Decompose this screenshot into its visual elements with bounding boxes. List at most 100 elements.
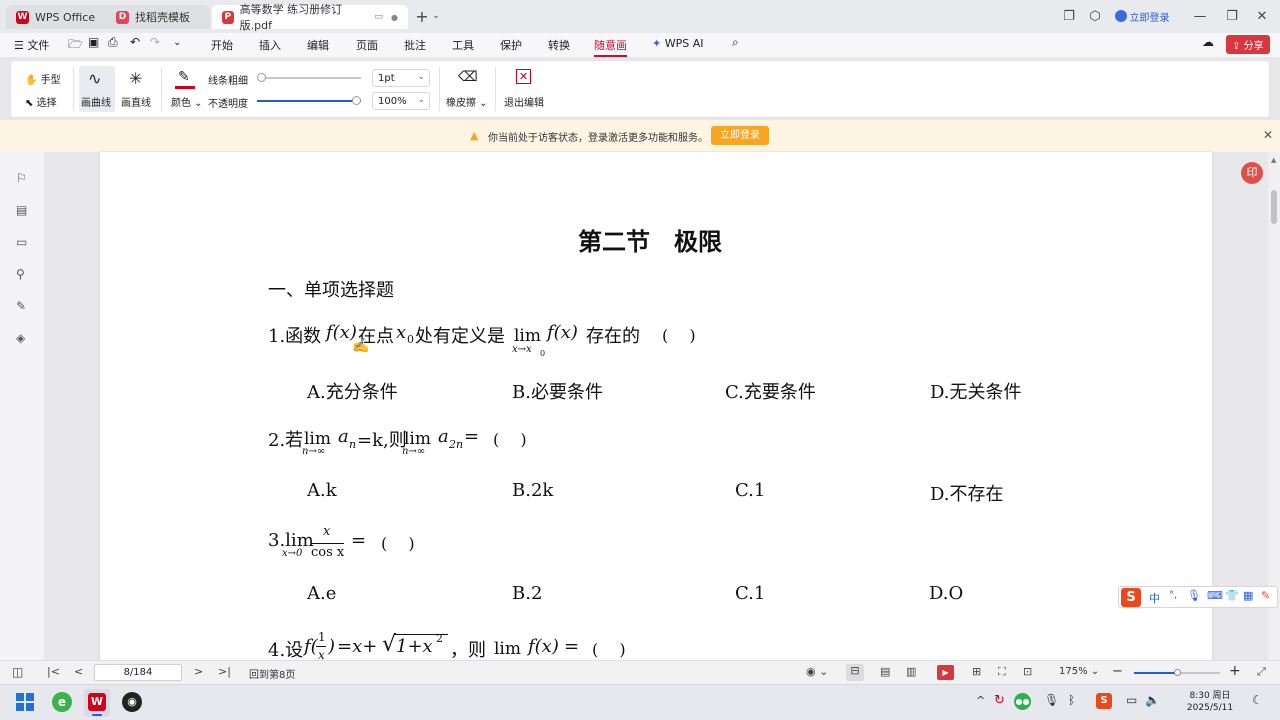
wechat-icon[interactable]: ●● [1014,693,1031,710]
network-icon[interactable]: ▭ [1126,693,1137,707]
menu-protect[interactable]: 保护 [500,37,522,53]
ime-mode-label[interactable]: 中 [1149,590,1160,606]
scroll-up-icon[interactable]: ▲ [1271,156,1276,164]
exit-edit-button[interactable]: ✕ 退出编辑 [501,66,549,112]
thickness-slider-knob[interactable] [257,73,266,82]
punctuation-icon[interactable]: °, [1169,590,1177,601]
notification-moon-icon[interactable]: ☾ [1252,693,1263,707]
notice-login-button[interactable]: 立即登录 [711,126,769,145]
chevron-down-icon[interactable]: ⌄ [430,6,442,26]
bluetooth-icon[interactable]: ᛒ [1068,693,1075,707]
sidebar-toggle-icon[interactable]: ◫ [12,665,23,679]
play-slideshow-icon[interactable]: ▶ [937,665,954,680]
mic-tray-icon[interactable]: 🎙 [1044,693,1059,707]
menu-insert[interactable]: 插入 [259,37,281,53]
restore-icon[interactable]: ❐ [1224,6,1240,26]
menu-page[interactable]: 页面 [356,37,378,53]
color-picker[interactable]: ✎ 颜色 ⌄ [171,66,203,112]
file-menu[interactable]: ☰ 文件 [14,37,49,53]
apps-grid-icon[interactable]: ▦ [1243,589,1253,602]
comment-icon[interactable]: ▭ [16,235,28,249]
layers-icon[interactable]: ◈ [16,331,28,345]
opacity-dropdown[interactable]: 100% ⌄ [372,92,430,110]
sync-icon[interactable]: ↻ [994,693,1005,708]
browser-icon[interactable]: e [52,692,72,712]
opacity-slider-knob[interactable] [352,96,361,105]
back-to-page-link[interactable]: 回到第8页 [249,666,295,681]
zoom-out-icon[interactable]: − [1112,664,1123,679]
login-link[interactable]: 立即登录 [1112,6,1172,26]
new-tab-icon[interactable]: + [414,6,430,26]
screen-icon[interactable]: ▭ [375,12,384,22]
select-tool[interactable]: ⬉ 选择 [25,94,57,109]
menu-edit[interactable]: 编辑 [307,37,329,53]
tray-expand-icon[interactable]: ^ [976,694,985,707]
print-icon[interactable]: ⎙ [108,35,118,50]
vertical-scrollbar[interactable]: ▲ [1268,152,1280,660]
more-tools-icon[interactable]: ✎ [1261,589,1270,602]
clock-date[interactable]: 2025/5/11 [1182,703,1238,713]
ime-toolbar[interactable]: S 中 °, 🎙 ⌨ 👕 ▦ ✎ [1118,586,1278,608]
menu-comment[interactable]: 批注 [404,37,426,53]
open-icon[interactable]: 🗁 [68,35,83,56]
sogou-tray-icon[interactable]: S [1096,693,1112,709]
zoom-dropdown[interactable]: 175% ⌄ [1059,666,1099,677]
bookmark-icon[interactable]: ⚐ [16,171,28,185]
volume-icon[interactable]: 🔈 [1145,693,1160,707]
clock-time[interactable]: 8:30 周日 [1182,688,1238,701]
prev-page-icon[interactable]: < [74,665,83,678]
first-page-icon[interactable]: |< [47,665,60,678]
pdf-page[interactable]: 第二节 极限 一、单项选择题 1.函数 f(x) 在点 x 0 处有定义是 li… [100,152,1212,660]
expand-icon[interactable]: ⤢ [1257,665,1266,679]
last-page-icon[interactable]: >| [218,665,231,678]
mic-icon[interactable]: 🎙 [1187,589,1201,602]
page-number-input[interactable]: 8/184 [94,664,182,681]
menu-wps-ai[interactable]: ✦ WPS AI [652,37,703,50]
minimize-icon[interactable]: — [1192,6,1208,26]
next-page-icon[interactable]: > [194,665,203,678]
single-page-view-icon[interactable]: ⊟ [846,664,864,681]
zoom-slider-knob[interactable] [1174,669,1181,676]
eraser-tool[interactable]: ⌫ 橡皮擦 ⌄ [445,66,488,112]
zoom-in-icon[interactable]: + [1229,663,1241,679]
more-chevron-icon[interactable]: ⌄ [173,37,181,48]
windows-start-icon[interactable] [16,693,34,711]
two-page-view-icon[interactable]: ▥ [906,665,916,678]
fullscreen-icon[interactable]: ⊡ [1023,665,1032,678]
thickness-slider[interactable] [257,73,361,82]
curve-tool[interactable]: ∿ 画曲线 [79,66,115,112]
menu-freehand[interactable]: 随意画 [594,37,627,57]
obs-icon[interactable]: ◉ [122,692,142,712]
cube-icon[interactable]: ⬡ [1087,6,1103,26]
wps-taskbar-button[interactable]: W [84,689,110,717]
eye-protection-icon[interactable]: ◉ ⌄ [806,665,828,678]
window-tile-icon[interactable]: ❐ [1061,6,1077,26]
fit-width-icon[interactable]: ⊞ [972,665,981,678]
tab-docer[interactable]: D 找稻壳模板 [106,5,210,29]
share-button[interactable]: ⇪ 分享 [1226,35,1270,54]
hand-tool[interactable]: ✋ 手型 [25,71,61,86]
save-icon[interactable]: ▣ [88,35,99,49]
undo-icon[interactable]: ↶ [130,35,140,49]
skin-icon[interactable]: 👕 [1225,589,1239,602]
menu-convert[interactable]: 转换 [548,37,570,53]
zoom-slider[interactable] [1134,669,1220,676]
close-window-icon[interactable]: ✕ [1254,6,1270,26]
close-notice-icon[interactable]: ✕ [1263,128,1273,142]
line-tool[interactable]: ✳ 画直线 [119,66,155,112]
menu-tools[interactable]: 工具 [452,37,474,53]
fit-page-icon[interactable]: ⛶ [998,665,1006,679]
opacity-slider[interactable] [257,96,361,105]
scrollbar-thumb[interactable] [1271,190,1277,224]
keyboard-icon[interactable]: ⌨ [1207,589,1223,602]
stamp-badge[interactable]: 印 [1241,162,1263,184]
thickness-dropdown[interactable]: 1pt ⌄ [372,69,430,87]
signature-icon[interactable]: ✎ [16,299,28,313]
redo-icon[interactable]: ↷ [150,35,160,49]
thumbnail-icon[interactable]: ▤ [16,203,28,217]
attachment-icon[interactable]: ⚲ [16,267,28,281]
tab-pdf[interactable]: P 高等数学 练习册修订版.pdf ▭ ● [212,3,408,32]
continuous-view-icon[interactable]: ▤ [880,665,890,678]
menu-start[interactable]: 开始 [211,37,233,53]
search-icon[interactable]: ⌕ [732,35,739,50]
